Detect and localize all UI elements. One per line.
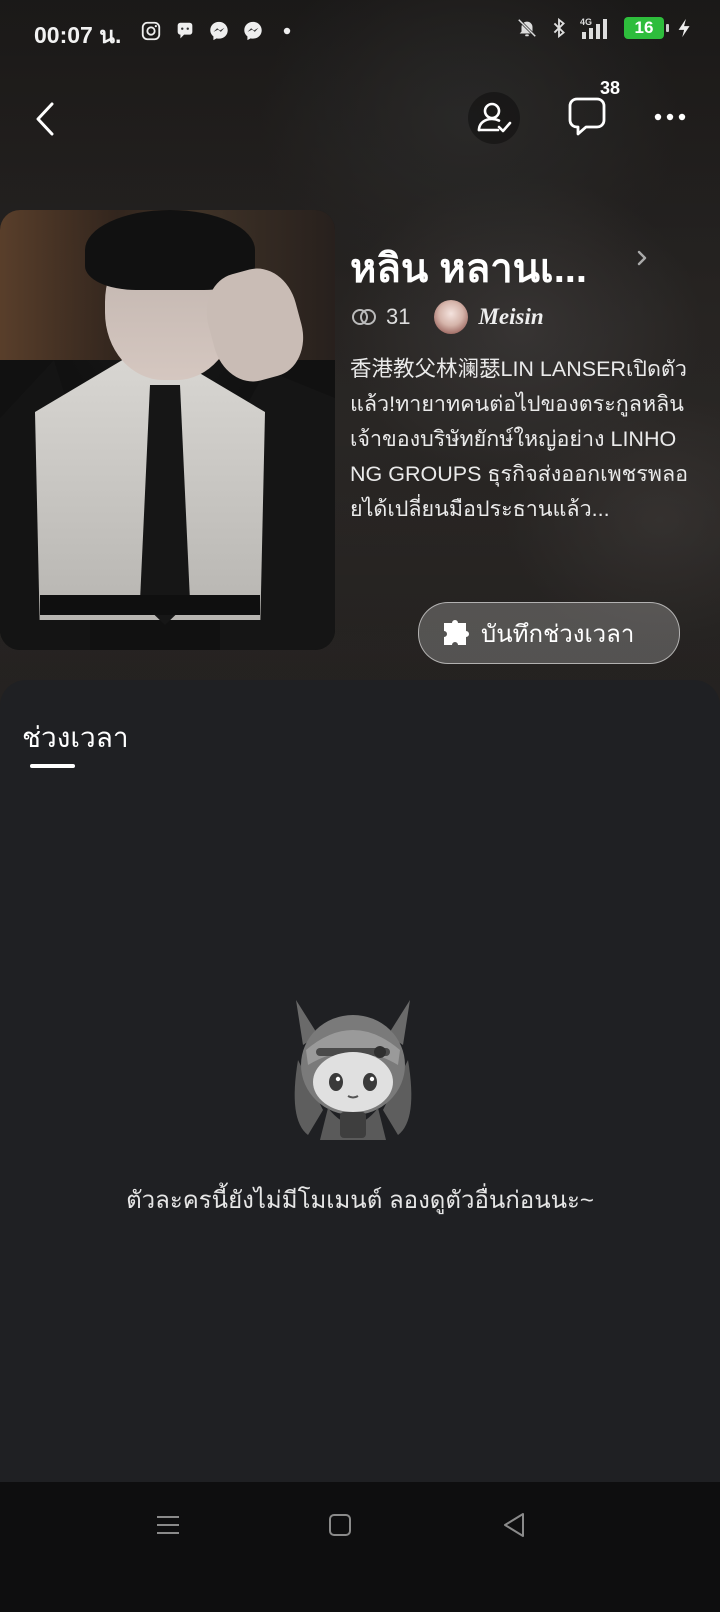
link-count: 31 [386, 304, 411, 329]
dot-icon [283, 27, 291, 35]
creator-avatar[interactable] [434, 300, 469, 334]
more-options-button[interactable] [650, 104, 696, 134]
threads-icon [177, 22, 193, 39]
system-navigation-bar [0, 1482, 720, 1612]
charging-icon [678, 18, 690, 38]
messenger-icon [244, 21, 262, 41]
character-name[interactable]: หลิน หลานเ... [350, 236, 587, 300]
record-moment-button[interactable]: บันทึกช่วงเวลา [418, 602, 680, 664]
chat-bubble-icon [568, 97, 606, 136]
chevron-right-icon[interactable] [632, 246, 652, 270]
network-type: 4G [580, 17, 592, 27]
instagram-icon [141, 21, 161, 41]
character-description[interactable]: 香港教父林澜瑟LIN LANSERเปิดตัวแล้ว!ทายาทคนต่อไ… [350, 352, 690, 527]
status-bar: 00:07 น. 4G 16 [0, 0, 720, 66]
empty-state-message: ตัวละครนี้ยังไม่มีโมเมนต์ ลองดูตัวอื่นก่… [126, 1187, 594, 1214]
character-stats: 31 Meisin [350, 300, 544, 334]
puzzle-icon [444, 620, 469, 645]
battery-icon: 16 [624, 17, 669, 39]
bell-muted-icon [517, 18, 537, 38]
character-cover-image[interactable] [0, 210, 335, 650]
system-icons: 4G 16 [516, 16, 696, 40]
battery-level: 16 [634, 18, 654, 37]
user-check-icon [477, 102, 512, 133]
recent-apps-button[interactable] [155, 1512, 181, 1538]
active-tab-indicator [30, 764, 75, 768]
creator-name[interactable]: Meisin [478, 304, 543, 330]
status-time: 00:07 น. [34, 22, 122, 48]
home-button[interactable] [327, 1512, 353, 1538]
record-moment-label: บันทึกช่วงเวลา [481, 620, 635, 648]
follow-button[interactable] [468, 92, 520, 144]
chat-count-badge: 38 [600, 78, 621, 98]
system-back-button[interactable] [500, 1510, 528, 1540]
link-icon [352, 309, 376, 325]
tab-moments[interactable]: ช่วงเวลา [22, 716, 129, 760]
messenger-icon [210, 21, 228, 41]
empty-state-mascot [294, 1000, 412, 1140]
chat-button[interactable] [560, 92, 618, 144]
signal-icon: 4G [580, 17, 607, 39]
moments-panel: ช่วงเวลา ตัวละครนี้ยังไม่มีโมเมนต์ ลองดู… [0, 680, 720, 1500]
back-button[interactable] [28, 94, 68, 144]
notification-icons [140, 20, 298, 42]
bluetooth-icon [553, 17, 565, 39]
